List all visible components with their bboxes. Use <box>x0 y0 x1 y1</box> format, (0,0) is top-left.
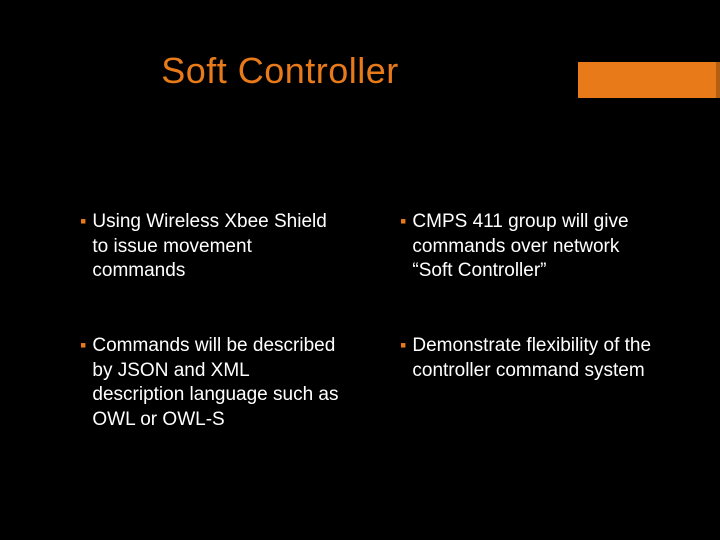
bullet-text: Demonstrate flexibility of the controlle… <box>412 334 660 383</box>
slide-title: Soft Controller <box>0 50 560 92</box>
bullet-icon: ▪ <box>400 334 406 357</box>
bullet-text: CMPS 411 group will give commands over n… <box>412 210 660 284</box>
bullet-item: ▪ Demonstrate flexibility of the control… <box>400 334 660 433</box>
content-grid: ▪ Using Wireless Xbee Shield to issue mo… <box>80 210 660 433</box>
bullet-text: Using Wireless Xbee Shield to issue move… <box>92 210 340 284</box>
bullet-icon: ▪ <box>400 210 406 233</box>
bullet-text: Commands will be described by JSON and X… <box>92 334 340 433</box>
bullet-item: ▪ Using Wireless Xbee Shield to issue mo… <box>80 210 340 284</box>
bullet-icon: ▪ <box>80 334 86 357</box>
bullet-icon: ▪ <box>80 210 86 233</box>
bullet-item: ▪ CMPS 411 group will give commands over… <box>400 210 660 284</box>
accent-decoration <box>578 62 720 98</box>
bullet-item: ▪ Commands will be described by JSON and… <box>80 334 340 433</box>
